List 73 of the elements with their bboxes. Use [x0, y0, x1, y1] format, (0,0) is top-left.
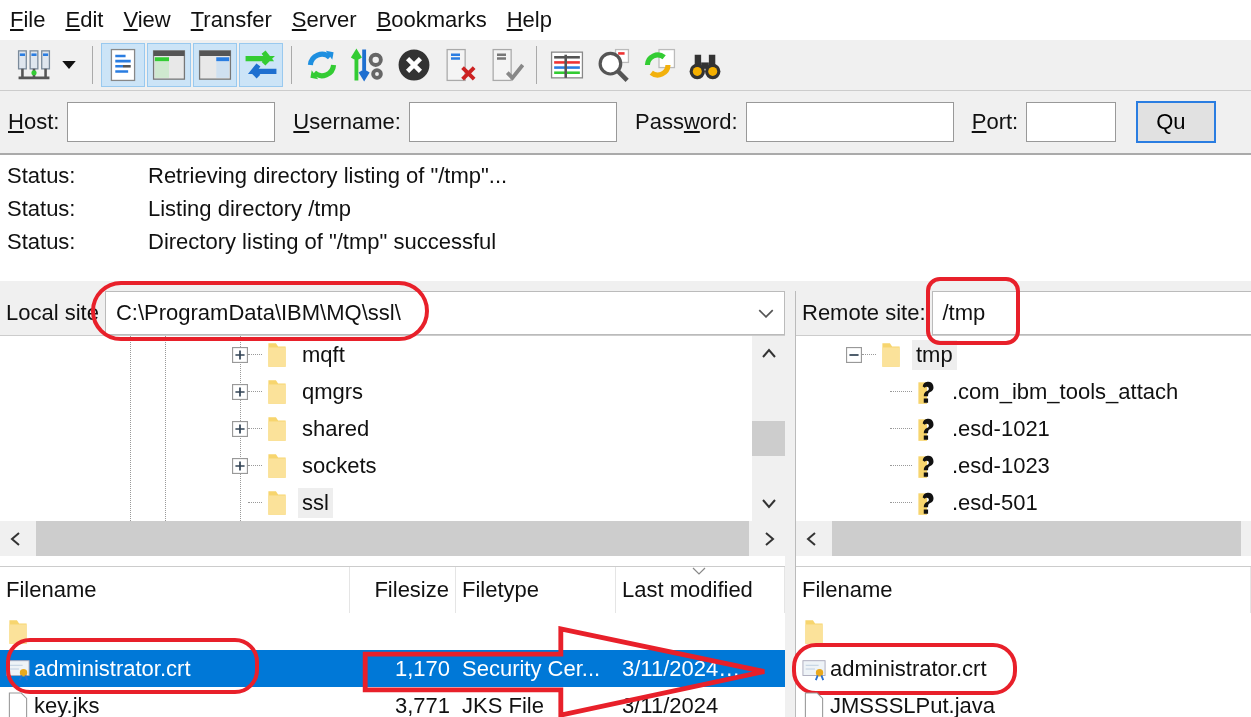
- input-field[interactable]: [1026, 102, 1117, 142]
- menu-item[interactable]: Help: [506, 7, 552, 33]
- tree-item[interactable]: mqft: [298, 339, 349, 370]
- file-type: Security Cer...: [461, 655, 602, 682]
- scrollbar-thumb[interactable]: [752, 421, 785, 456]
- log-label: Status:: [7, 162, 77, 189]
- file-date: 3/11/2024…: [621, 655, 742, 682]
- tree-item[interactable]: .esd-501: [948, 487, 1042, 518]
- menu-item[interactable]: File: [10, 7, 46, 33]
- path-field[interactable]: /tmp: [931, 291, 1251, 335]
- file-name: administrator.crt: [34, 655, 191, 682]
- log-label: Status:: [7, 195, 77, 222]
- file-size: 3,771: [393, 692, 451, 717]
- expand-icon[interactable]: [232, 457, 248, 474]
- expand-icon[interactable]: [232, 420, 248, 437]
- toolbar-button[interactable]: [147, 43, 191, 87]
- menu-item[interactable]: Server: [291, 7, 357, 33]
- field-label: Port:: [971, 109, 1019, 135]
- tree-item[interactable]: .com_ibm_tools_attach: [948, 376, 1183, 407]
- folder-icon: [266, 414, 288, 443]
- file-name: JMSSSLPut.java: [830, 692, 996, 717]
- file-type: JKS File: [461, 692, 545, 717]
- tree-item[interactable]: tmp: [912, 339, 957, 370]
- toolbar-button[interactable]: [193, 43, 237, 87]
- collapse-icon[interactable]: [846, 346, 862, 363]
- folder-icon: [880, 340, 902, 369]
- tree-item[interactable]: ssl: [298, 487, 333, 518]
- log-message: Retrieving directory listing of "/tmp"...: [148, 162, 508, 189]
- selected-row[interactable]: administrator.crt 1,170 Security Cer... 3/11/2024…: [0, 650, 785, 687]
- column-header[interactable]: Filesize: [350, 567, 456, 613]
- input-field[interactable]: [745, 102, 954, 142]
- menu-item[interactable]: Bookmarks: [376, 7, 487, 33]
- field-label: Host:: [8, 109, 60, 135]
- tree-item[interactable]: shared: [298, 413, 374, 444]
- field-label: Password:: [634, 109, 738, 135]
- file-name: administrator.crt: [830, 655, 987, 682]
- menu-item[interactable]: View: [123, 7, 171, 33]
- scrollbar[interactable]: [796, 521, 1251, 556]
- folder-icon: [6, 617, 30, 646]
- folder-icon: [266, 451, 288, 480]
- quickconnect-button[interactable]: Qu: [1136, 101, 1217, 143]
- tree-item[interactable]: qmgrs: [298, 376, 368, 407]
- chevron-icon: [758, 308, 774, 318]
- site-label: Remote site:: [802, 300, 926, 326]
- tree-item[interactable]: sockets: [298, 450, 381, 481]
- column-header[interactable]: Filetype: [456, 567, 616, 613]
- log-message: Directory listing of "/tmp" successful: [148, 228, 497, 255]
- input-field[interactable]: [408, 102, 617, 142]
- column-header[interactable]: Last modified: [616, 567, 785, 613]
- folder-icon: [266, 340, 288, 369]
- cancel-icon: [396, 47, 432, 83]
- log-label: Status:: [7, 228, 77, 255]
- field-label: Username:: [293, 109, 401, 135]
- tree-item[interactable]: .esd-1023: [948, 450, 1054, 481]
- path-field[interactable]: C:\ProgramData\IBM\MQ\ssl\: [104, 291, 785, 335]
- expand-icon[interactable]: [232, 346, 248, 363]
- input-field[interactable]: [67, 102, 276, 142]
- folder-icon: [802, 617, 826, 646]
- arrows-gear-icon: [350, 47, 386, 83]
- file-size: 1,170: [393, 655, 451, 682]
- file-name: key.jks: [34, 692, 100, 717]
- log-message: Listing directory /tmp: [148, 195, 351, 222]
- menu-item[interactable]: Transfer: [190, 7, 272, 33]
- folder-icon: [266, 488, 288, 517]
- folder-icon: [266, 377, 288, 406]
- caret-icon: [62, 60, 76, 70]
- menu-item[interactable]: Edit: [65, 7, 104, 33]
- column-header[interactable]: Filename: [796, 567, 1251, 613]
- window-pane-icon: [151, 47, 187, 83]
- expand-icon[interactable]: [232, 383, 248, 400]
- column-header[interactable]: Filename: [0, 567, 350, 613]
- window-pane-icon: [197, 47, 233, 83]
- tree-item[interactable]: .esd-1021: [948, 413, 1054, 444]
